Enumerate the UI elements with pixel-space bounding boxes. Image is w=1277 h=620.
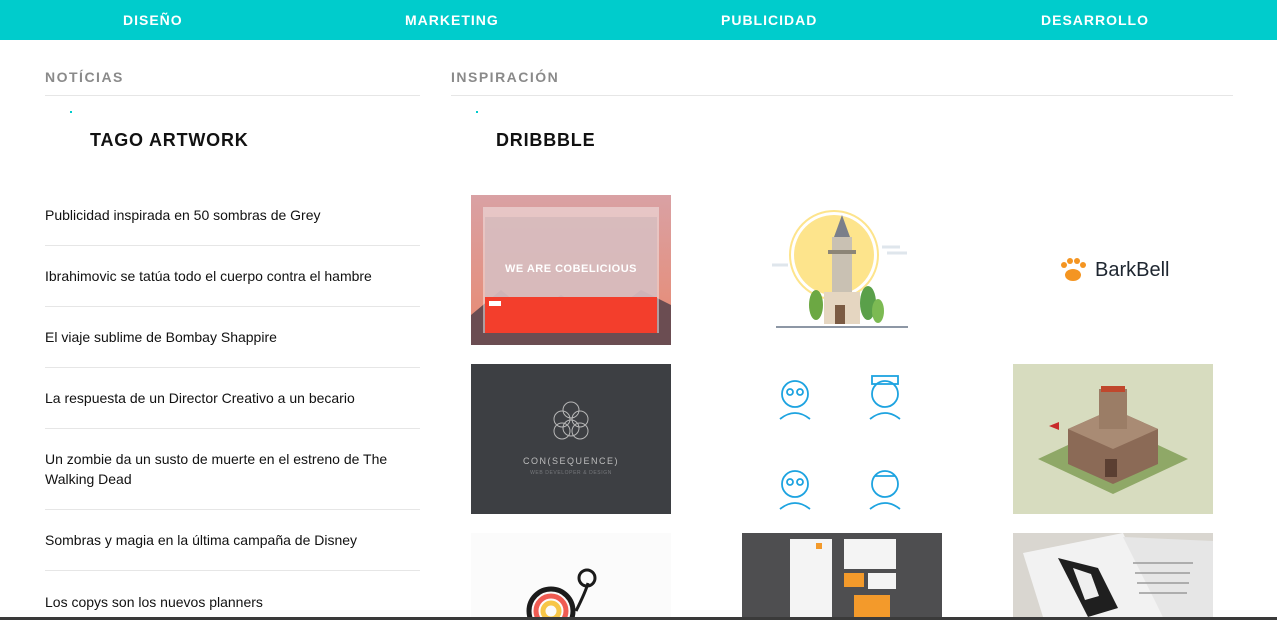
inspiration-divider <box>451 95 1233 96</box>
consequence-shot-text: CON(SEQUENCE) <box>522 456 619 466</box>
dribbble-shot-consequence[interactable] <box>471 364 671 514</box>
news-item-title[interactable]: Un zombie da un susto de muerte en el es… <box>45 449 400 489</box>
dribbble-shot-castle[interactable] <box>1013 364 1213 514</box>
news-item[interactable]: Sombras y magia en la última campaña de … <box>45 510 420 571</box>
news-item-title[interactable]: Sombras y magia en la última campaña de … <box>45 530 357 550</box>
top-nav: DISEÑO MARKETING PUBLICIDAD DESARROLLO <box>0 0 1277 40</box>
news-source-title[interactable]: TAGO ARTWORK <box>90 130 249 151</box>
inspiration-section-header: INSPIRACIÓN <box>451 69 560 85</box>
nav-marketing[interactable]: MARKETING <box>405 0 499 40</box>
news-bullet-dot <box>70 111 72 113</box>
news-item[interactable]: Los copys son los nuevos planners <box>45 571 420 620</box>
barkbell-shot-text: BarkBell <box>1095 259 1170 281</box>
dribbble-shot-stationery[interactable] <box>742 533 942 617</box>
news-item-title[interactable]: Ibrahimovic se tatúa todo el cuerpo cont… <box>45 266 372 286</box>
nav-desarrollo[interactable]: DESARROLLO <box>1041 0 1149 40</box>
news-item[interactable]: El viaje sublime de Bombay Shappire <box>45 307 420 368</box>
news-list: Publicidad inspirada en 50 sombras de Gr… <box>45 185 420 620</box>
dribbble-shot-tower[interactable] <box>742 195 942 345</box>
dribbble-shot-print[interactable] <box>1013 533 1213 617</box>
nav-diseno[interactable]: DISEÑO <box>123 0 183 40</box>
news-item-title[interactable]: El viaje sublime de Bombay Shappire <box>45 327 277 347</box>
news-item[interactable]: La respuesta de un Director Creativo a u… <box>45 368 420 429</box>
news-item-title[interactable]: Los copys son los nuevos planners <box>45 592 263 612</box>
news-item-title[interactable]: La respuesta de un Director Creativo a u… <box>45 388 355 408</box>
news-divider <box>45 95 420 96</box>
news-item-title[interactable]: Publicidad inspirada en 50 sombras de Gr… <box>45 205 321 225</box>
inspiration-source-title[interactable]: DRIBBBLE <box>496 130 595 151</box>
dribbble-shot-avatars[interactable] <box>742 364 942 514</box>
inspiration-bullet-dot <box>476 111 478 113</box>
news-item[interactable]: Un zombie da un susto de muerte en el es… <box>45 429 420 510</box>
cobelicious-shot-text: WE ARE COBELICIOUS <box>504 263 638 275</box>
news-section-header: NOTÍCIAS <box>45 69 124 85</box>
news-item[interactable]: Ibrahimovic se tatúa todo el cuerpo cont… <box>45 246 420 307</box>
dribbble-shot-snail[interactable] <box>471 533 671 617</box>
nav-publicidad[interactable]: PUBLICIDAD <box>721 0 817 40</box>
news-item[interactable]: Publicidad inspirada en 50 sombras de Gr… <box>45 185 420 246</box>
consequence-shot-subtext: WEB DEVELOPER & DESIGN <box>530 470 612 476</box>
